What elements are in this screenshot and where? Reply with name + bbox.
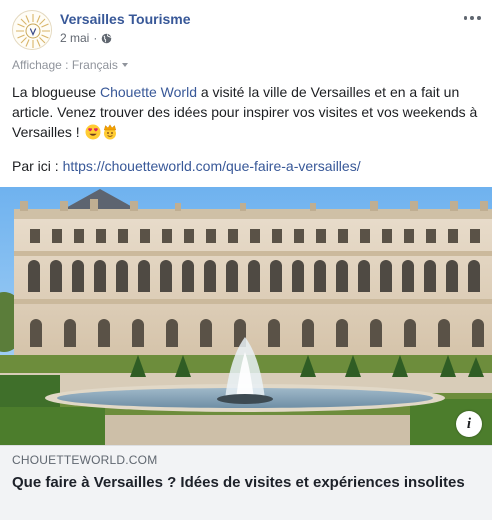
translation-selector[interactable]: Affichage : Français <box>12 58 128 72</box>
meta-separator: · <box>93 31 98 45</box>
mention-link[interactable]: Chouette World <box>100 84 197 100</box>
heart-eyes-emoji-icon <box>85 124 101 140</box>
more-options-icon <box>463 16 468 20</box>
link-intro: Par ici : <box>12 158 63 174</box>
post-date[interactable]: 2 mai <box>60 31 89 45</box>
link-paragraph: Par ici : https://chouetteworld.com/que-… <box>12 156 361 176</box>
post-text-start: La blogueuse <box>12 84 100 100</box>
link-preview-card[interactable]: CHOUETTEWORLD.COM Que faire à Versailles… <box>0 445 492 520</box>
preview-title[interactable]: Que faire à Versailles ? Idées de visite… <box>12 473 472 492</box>
page-name-link[interactable]: Versailles Tourisme <box>60 11 190 27</box>
translation-label: Affichage : Français <box>12 58 118 72</box>
article-url-link[interactable]: https://chouetteworld.com/que-faire-a-ve… <box>63 158 361 174</box>
more-options-button[interactable] <box>462 8 482 28</box>
preview-domain: CHOUETTEWORLD.COM <box>12 453 158 467</box>
crown-emoji-icon <box>103 124 116 140</box>
post-text: La blogueuse Chouette World a visité la … <box>12 82 480 142</box>
info-icon[interactable]: i <box>456 411 482 437</box>
caret-down-icon <box>121 63 128 67</box>
sun-logo-icon <box>14 12 51 49</box>
page-avatar[interactable] <box>12 10 52 50</box>
post-meta: 2 mai · <box>60 31 112 45</box>
facebook-post: Versailles Tourisme 2 mai · Affichage : … <box>0 0 492 520</box>
chateau-de-versailles-photo <box>0 187 492 445</box>
link-preview-image[interactable]: i <box>0 187 492 445</box>
globe-icon[interactable] <box>101 33 112 44</box>
